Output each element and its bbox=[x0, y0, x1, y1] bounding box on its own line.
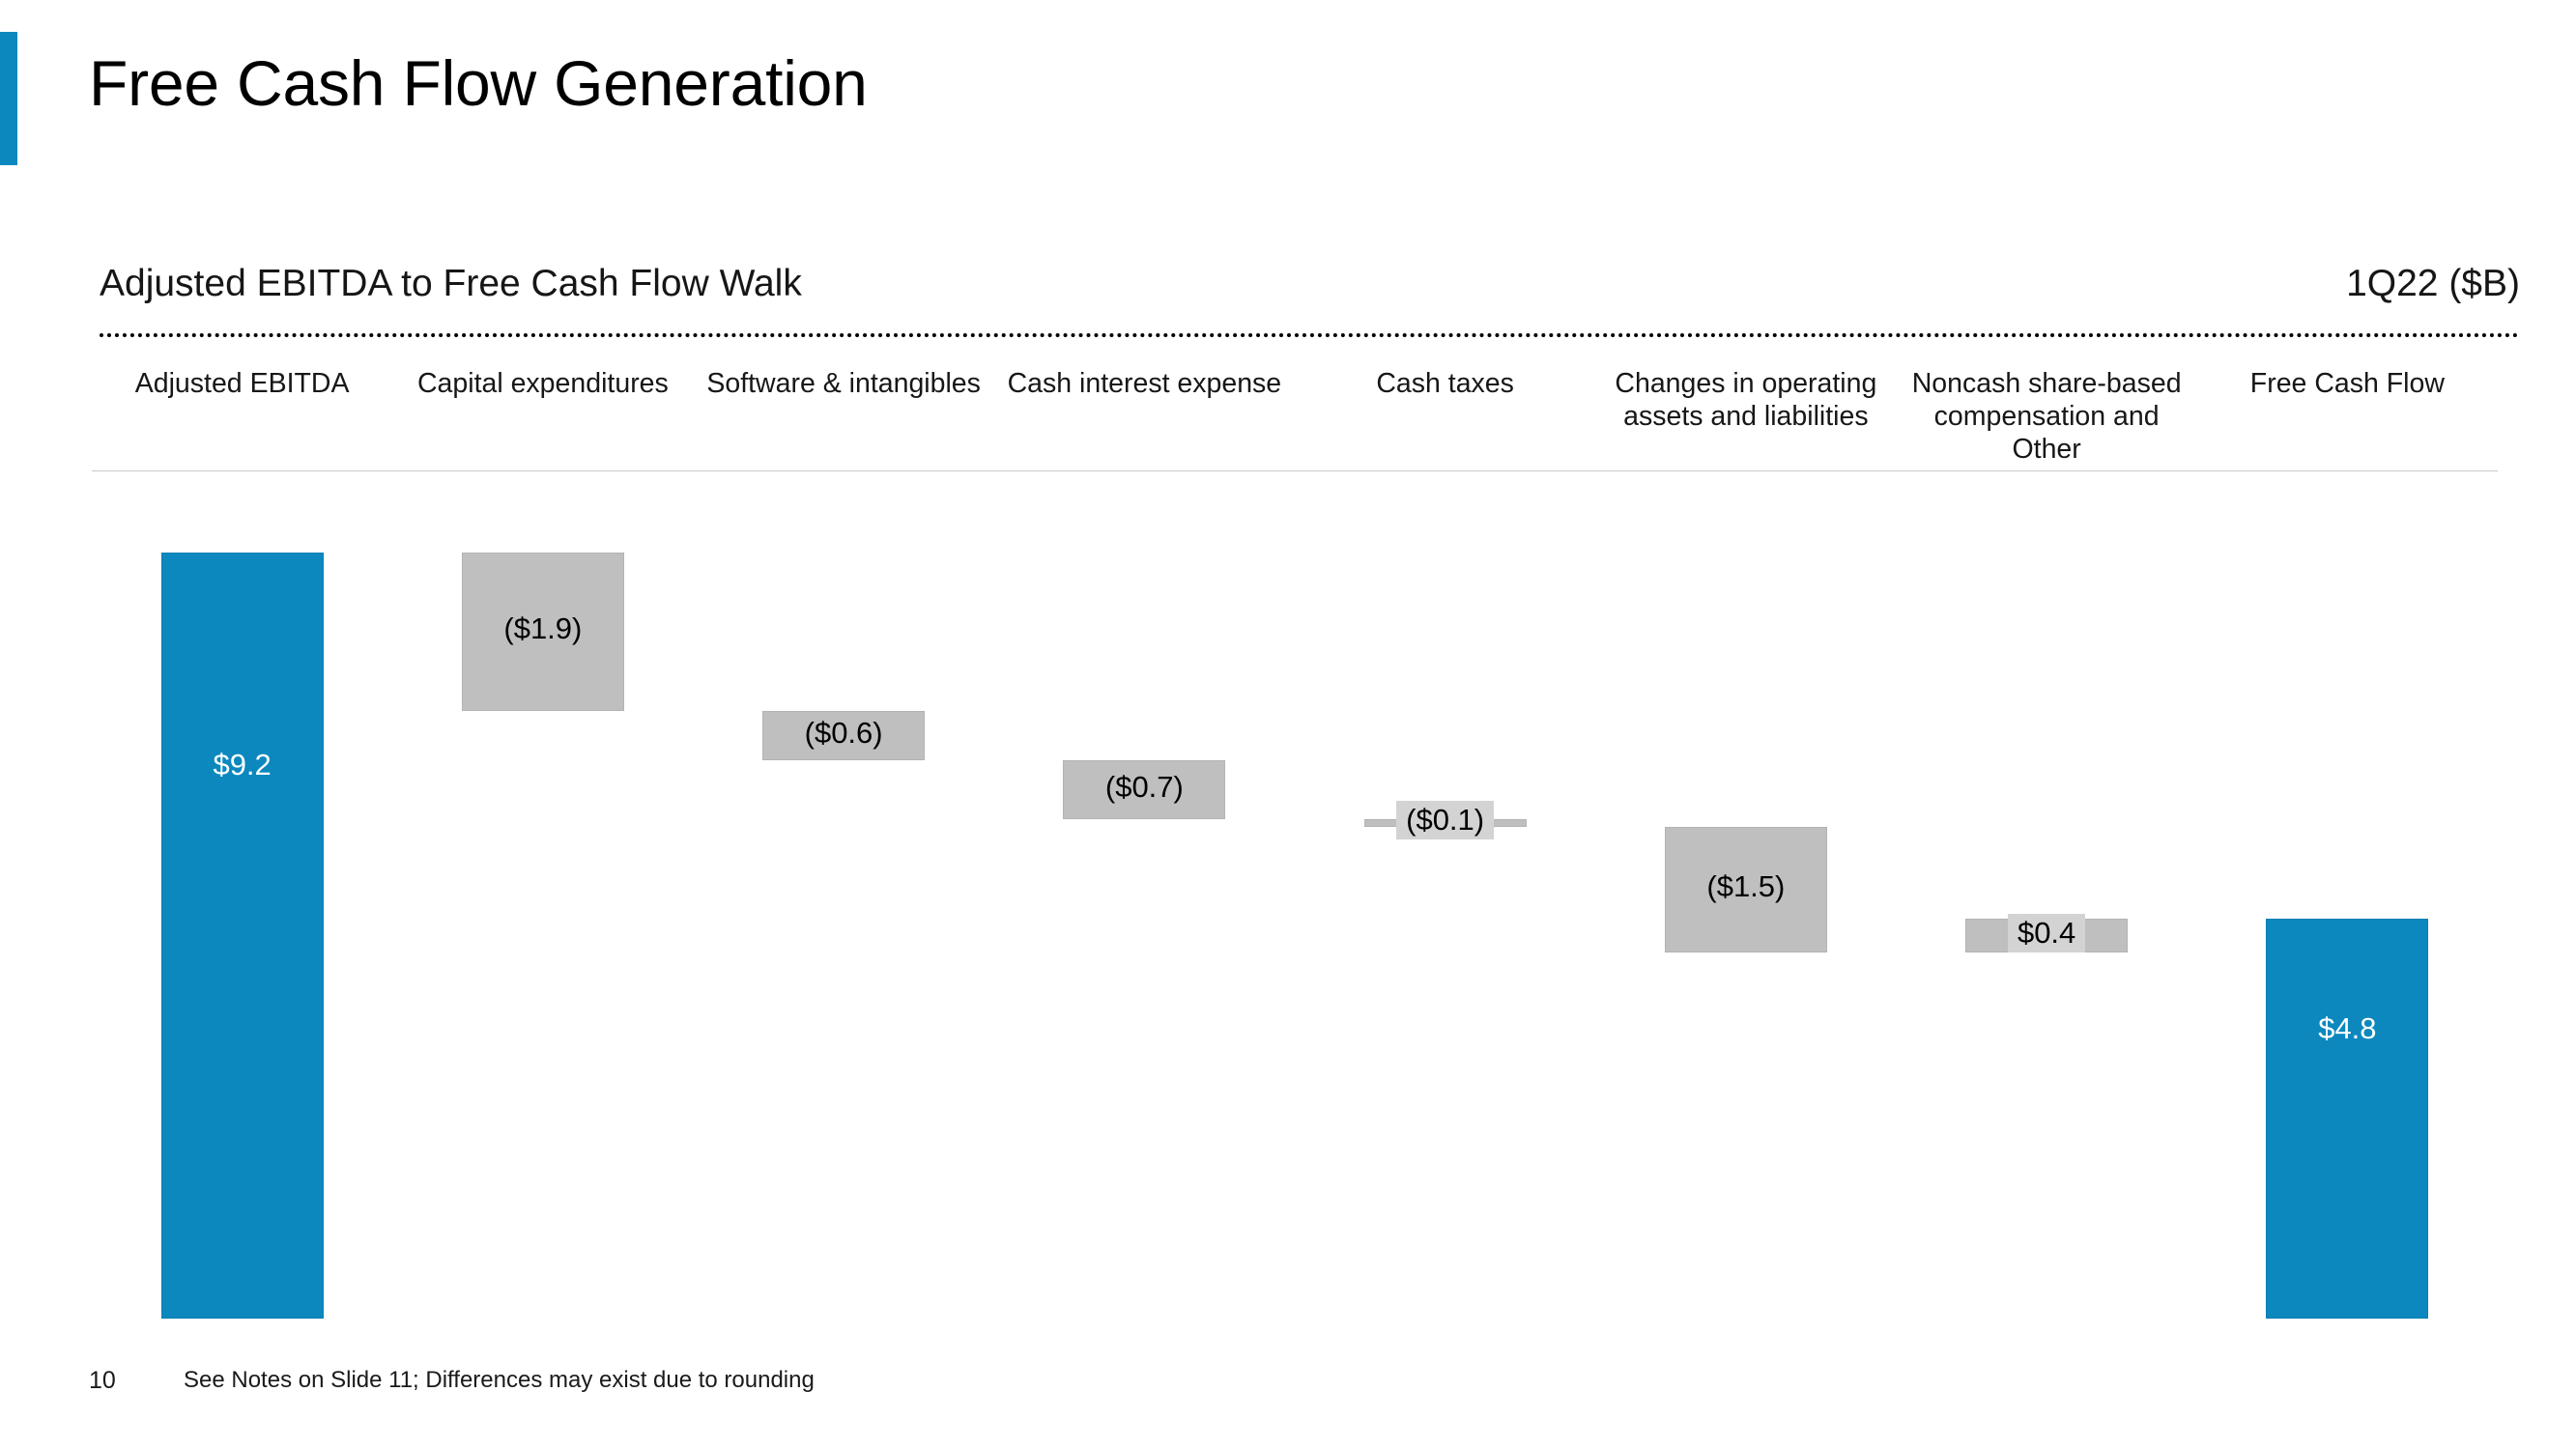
chart-column: Cash interest expense bbox=[994, 367, 1295, 1343]
section-divider bbox=[100, 333, 2520, 337]
waterfall-bar bbox=[1363, 818, 1527, 828]
chart-column: Noncash share-based compensation and Oth… bbox=[1897, 367, 2197, 1343]
column-header: Cash taxes bbox=[1376, 368, 1514, 399]
page-number: 10 bbox=[89, 1367, 116, 1394]
chart-column: Software & intangibles bbox=[694, 367, 994, 1343]
waterfall-bar bbox=[160, 553, 324, 1319]
slide-root: { "slide": { "title": "Free Cash Flow Ge… bbox=[0, 0, 2576, 1449]
section-header: Adjusted EBITDA to Free Cash Flow Walk 1… bbox=[100, 263, 2520, 338]
waterfall-bar bbox=[461, 553, 624, 711]
waterfall-chart: Adjusted EBITDA $9.2 Capital expenditures(… bbox=[92, 367, 2498, 1343]
footnote: See Notes on Slide 11; Differences may e… bbox=[184, 1367, 815, 1393]
waterfall-bar bbox=[1965, 919, 2129, 952]
chart-column: Cash taxes bbox=[1295, 367, 1595, 1343]
column-header: Free Cash Flow bbox=[2249, 368, 2445, 399]
slide-footer: 10 See Notes on Slide 11; Differences ma… bbox=[0, 1367, 2576, 1425]
waterfall-bar bbox=[2266, 919, 2429, 1319]
waterfall-bar bbox=[1664, 827, 1827, 952]
chart-column: Capital expenditures bbox=[392, 367, 693, 1343]
column-header: Noncash share-based compensation and Oth… bbox=[1911, 368, 2182, 465]
column-header: Software & intangibles bbox=[706, 368, 981, 399]
section-period: 1Q22 ($B) bbox=[2346, 263, 2520, 304]
column-header: Cash interest expense bbox=[1007, 368, 1282, 399]
section-heading: Adjusted EBITDA to Free Cash Flow Walk bbox=[100, 263, 802, 304]
waterfall-bar bbox=[1063, 760, 1226, 819]
title-accent-bar bbox=[0, 32, 17, 165]
column-header: Adjusted EBITDA bbox=[134, 368, 350, 399]
column-header: Capital expenditures bbox=[416, 368, 669, 399]
waterfall-bar bbox=[762, 710, 926, 761]
column-header: Changes in operating assets and liabilit… bbox=[1615, 368, 1877, 432]
page-title: Free Cash Flow Generation bbox=[89, 47, 868, 119]
